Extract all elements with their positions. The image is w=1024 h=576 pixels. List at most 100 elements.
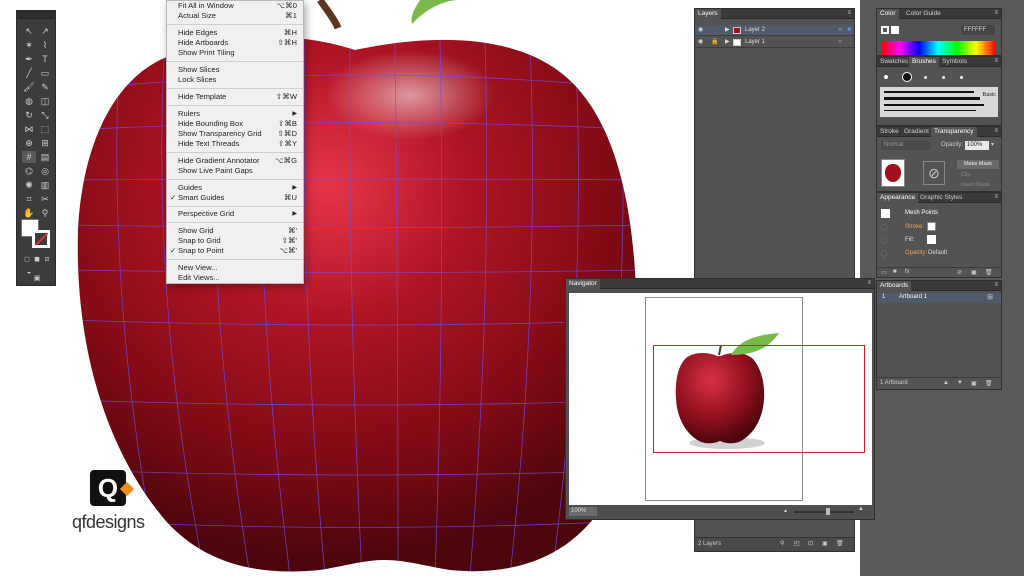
menu-item-hide-artboards[interactable]: Hide Artboards ⇧⌘H [178, 38, 297, 48]
opacity-row-label[interactable]: Opacity: [905, 250, 927, 256]
stroke-label[interactable]: Stroke: [905, 224, 924, 230]
visibility-eye-icon[interactable]: ◉ [698, 25, 703, 36]
brush-tip-dot[interactable] [942, 76, 945, 79]
add-stroke-icon[interactable]: ▭ [881, 269, 887, 276]
layer-row[interactable]: ◉ 🔒 ▶ Layer 1 ○ [695, 37, 854, 48]
menu-item-hide-bounding-box[interactable]: Hide Bounding Box ⇧⌘B [178, 119, 297, 129]
menu-item-guides[interactable]: Guides ▶ [178, 183, 297, 193]
pencil-tool-icon[interactable]: ✎ [38, 81, 52, 93]
selection-tool-icon[interactable]: ↖ [22, 25, 36, 37]
menu-item-show-transparency-grid[interactable]: Show Transparency Grid ⇧⌘D [178, 129, 297, 139]
target-circle-icon[interactable]: ○ [838, 37, 842, 48]
lasso-tool-icon[interactable]: ⌇ [38, 39, 52, 51]
scale-tool-icon[interactable]: ⤡ [38, 109, 52, 121]
menu-item-show-print-tiling[interactable]: Show Print Tiling [178, 48, 297, 58]
duplicate-item-icon[interactable]: ▣ [971, 269, 977, 276]
perspective-grid-tool-icon[interactable]: ⊞ [38, 137, 52, 149]
menu-item-hide-template[interactable]: Hide Template ⇧⌘W [178, 92, 297, 102]
slice-tool-icon[interactable]: ✂ [38, 193, 52, 205]
zoom-slider[interactable] [794, 511, 854, 513]
layer-row[interactable]: ◉ ▶ Layer 2 ○ ■ [695, 25, 854, 36]
locate-object-icon[interactable]: ⚲ [780, 540, 784, 547]
type-tool-icon[interactable]: T [38, 53, 52, 65]
mesh-tool-icon[interactable]: # [22, 151, 36, 163]
blend-mode-select[interactable]: Normal [881, 141, 931, 150]
navigator-proxy-view-box[interactable] [653, 345, 865, 453]
visibility-eye-icon[interactable]: ◉ [698, 37, 703, 48]
tab-color-guide[interactable]: Color Guide [903, 9, 944, 19]
tab-brushes[interactable]: Brushes [909, 57, 939, 67]
make-mask-button[interactable]: Make Mask [957, 160, 999, 169]
none-mode-icon[interactable]: ⧄ [40, 254, 54, 266]
menu-item-smart-guides[interactable]: ✓ Smart Guides ⌘U [170, 193, 297, 203]
stroke-row-eye-icon[interactable]: ◯ [881, 224, 888, 231]
menu-item-show-slices[interactable]: Show Slices [178, 65, 297, 75]
menu-item-hide-text-threads[interactable]: Hide Text Threads ⇧⌘Y [178, 139, 297, 149]
opacity-input[interactable]: 100% [965, 141, 989, 150]
add-fill-icon[interactable]: ■ [893, 269, 897, 275]
delete-artboard-icon[interactable]: 🗑 [985, 380, 993, 387]
brush-stroke-sample[interactable] [884, 104, 984, 106]
shape-builder-tool-icon[interactable]: ⊕ [22, 137, 36, 149]
menu-item-hide-edges[interactable]: Hide Edges ⌘H [178, 28, 297, 38]
menu-item-actual-size[interactable]: Actual Size ⌘1 [178, 11, 297, 21]
magic-wand-tool-icon[interactable]: ✶ [22, 39, 36, 51]
delete-layer-icon[interactable]: 🗑 [836, 540, 844, 547]
line-tool-icon[interactable]: ╱ [22, 67, 36, 79]
brush-tip-dot[interactable] [924, 76, 927, 79]
eyedropper-tool-icon[interactable]: ⌬ [22, 165, 36, 177]
direct-selection-tool-icon[interactable]: ↗ [38, 25, 52, 37]
expand-arrow-icon[interactable]: ▶ [725, 37, 730, 48]
target-circle-icon[interactable]: ○ [838, 25, 842, 36]
artboard-name[interactable]: Artboard 1 [899, 294, 927, 300]
stroke-swatch-icon[interactable] [927, 222, 936, 231]
opacity-row-eye-icon[interactable]: ◯ [881, 250, 888, 257]
menu-item-lock-slices[interactable]: Lock Slices [178, 75, 297, 85]
add-effect-icon[interactable]: fx [905, 269, 910, 275]
make-clipping-mask-icon[interactable]: ◰ [794, 540, 800, 547]
brush-tip-large[interactable] [902, 72, 912, 82]
hex-input[interactable]: FFFFFF [961, 25, 995, 35]
free-transform-tool-icon[interactable]: ⬚ [38, 123, 52, 135]
symbol-sprayer-tool-icon[interactable]: ✺ [22, 179, 36, 191]
tab-symbols[interactable]: Symbols [939, 57, 970, 67]
tab-gradient[interactable]: Gradient [901, 127, 932, 137]
panel-menu-icon[interactable]: ≡ [847, 10, 851, 16]
menu-item-new-view[interactable]: New View... [178, 263, 297, 273]
tab-transparency[interactable]: Transparency [931, 127, 977, 137]
zoom-in-icon[interactable]: ▲ [858, 506, 864, 512]
menu-item-perspective-grid[interactable]: Perspective Grid ▶ [178, 209, 297, 219]
menu-item-show-live-paint-gaps[interactable]: Show Live Paint Gaps [178, 166, 297, 176]
lock-icon[interactable]: 🔒 [711, 37, 718, 48]
menu-item-edit-views[interactable]: Edit Views... [178, 273, 297, 283]
new-artboard-icon[interactable]: ▣ [971, 380, 977, 387]
tab-swatches[interactable]: Swatches [877, 57, 911, 67]
zoom-slider-thumb[interactable] [826, 508, 830, 515]
panel-menu-icon[interactable]: ≡ [994, 282, 998, 288]
fill-swatch-icon[interactable] [927, 235, 936, 244]
delete-item-icon[interactable]: 🗑 [985, 269, 993, 276]
invert-mask-checkbox[interactable]: Invert Mask [961, 182, 989, 188]
artboard-options-icon[interactable]: ⊞ [987, 293, 993, 301]
menu-item-fit-all-in-window[interactable]: Fit All in Window ⌥⌘0 [178, 1, 297, 11]
fill-row-eye-icon[interactable]: ◯ [881, 237, 888, 244]
fill-label[interactable]: Fill: [905, 237, 914, 243]
menu-item-hide-gradient-annotator[interactable]: Hide Gradient Annotator ⌥⌘G [178, 156, 297, 166]
layer-name[interactable]: Layer 1 [745, 37, 765, 48]
brush-stroke-sample[interactable] [884, 97, 980, 100]
navigator-preview[interactable] [569, 293, 872, 505]
tab-navigator[interactable]: Navigator [566, 279, 600, 289]
new-sublayer-icon[interactable]: ⊡ [808, 540, 813, 547]
artboard-tool-icon[interactable]: ⌗ [22, 193, 36, 205]
menu-item-show-grid[interactable]: Show Grid ⌘' [178, 226, 297, 236]
panel-menu-icon[interactable]: ≡ [994, 58, 998, 64]
zoom-input[interactable]: 100% [569, 507, 597, 516]
clear-appearance-icon[interactable]: ⊘ [957, 269, 962, 276]
move-down-icon[interactable]: ▼ [957, 380, 963, 386]
rotate-tool-icon[interactable]: ↻ [22, 109, 36, 121]
rectangle-tool-icon[interactable]: ▭ [38, 67, 52, 79]
layer-name[interactable]: Layer 2 [745, 25, 765, 36]
hand-tool-icon[interactable]: ✋ [22, 207, 36, 219]
tab-appearance[interactable]: Appearance [877, 193, 919, 203]
tab-color[interactable]: Color [877, 9, 899, 19]
